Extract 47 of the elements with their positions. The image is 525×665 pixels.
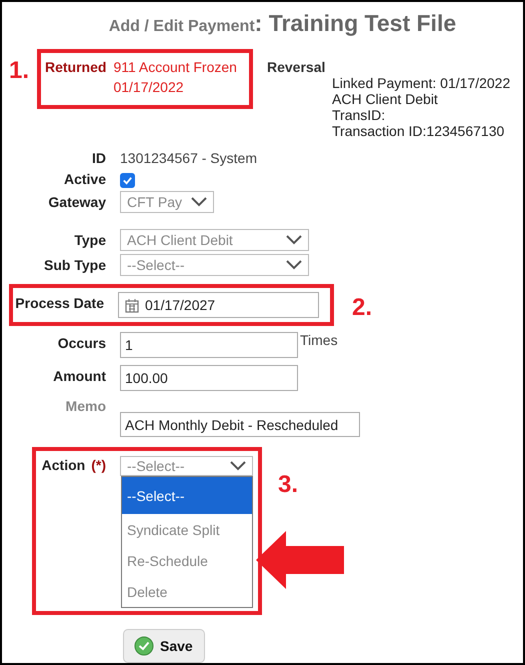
dropdown[interactable]: --Select--	[120, 254, 309, 276]
chevron-icon	[286, 260, 302, 270]
return-date: 01/17/2022	[113, 78, 185, 97]
reversal-detail: Linked Payment: 01/17/2022	[332, 75, 510, 91]
required-mark: (*)	[91, 457, 106, 473]
field-label: Amount	[52, 367, 106, 384]
page-title: Add / Edit Payment	[108, 18, 255, 36]
reversal-detail: Transaction ID:1234567130	[332, 123, 506, 139]
returned-label: Returned	[45, 59, 106, 77]
id-value: 1301234567 - System	[120, 149, 257, 166]
memo-field[interactable]: ACH Monthly Debit - Rescheduled	[120, 412, 360, 437]
field-label: Gateway	[47, 193, 106, 210]
dropdown-option[interactable]: Delete	[122, 576, 252, 607]
field-label: Process Date	[14, 294, 104, 311]
field-label: Sub Type	[43, 256, 106, 273]
field-label: ID	[91, 149, 106, 166]
reversal-label: Reversal	[267, 59, 326, 75]
unit-label: Times	[300, 332, 338, 348]
chevron-icon	[230, 461, 246, 471]
reversal-detail: TransID:	[332, 107, 386, 123]
dropdown-option[interactable]: Syndicate Split	[122, 514, 252, 545]
callout-number: 3.	[278, 471, 298, 499]
field-label: Memo	[64, 397, 106, 414]
callout-number: 2.	[352, 294, 372, 322]
field-label: Active	[62, 170, 106, 187]
file-name: : Training Test File	[254, 10, 456, 37]
field-label: Type	[73, 231, 106, 248]
field-label: Occurs	[56, 334, 106, 351]
calendar-icon	[125, 298, 139, 312]
input-field[interactable]: 1	[120, 332, 298, 358]
active-checkbox[interactable]	[120, 173, 135, 188]
dropdown-option[interactable]: --Select--	[122, 477, 252, 514]
chevron-icon	[191, 197, 207, 207]
dropdown[interactable]: ACH Client Debit	[120, 229, 309, 251]
check-icon	[134, 636, 154, 656]
return-reason: 911 Account Frozen	[113, 58, 237, 77]
reversal-detail: ACH Client Debit	[332, 91, 439, 107]
action-dropdown[interactable]: --Select--	[120, 456, 253, 476]
input-field[interactable]: 100.00	[120, 365, 298, 391]
dropdown[interactable]: CFT Pay	[120, 191, 214, 213]
chevron-icon	[286, 235, 302, 245]
checkmark-icon	[122, 175, 133, 186]
dropdown-option[interactable]: Re-Schedule	[122, 545, 252, 576]
callout-number: 1.	[9, 57, 30, 85]
field-label: Action (*)	[40, 456, 106, 475]
save-button[interactable]: Save	[123, 629, 205, 663]
date-field[interactable]: 01/17/2027	[118, 292, 319, 318]
